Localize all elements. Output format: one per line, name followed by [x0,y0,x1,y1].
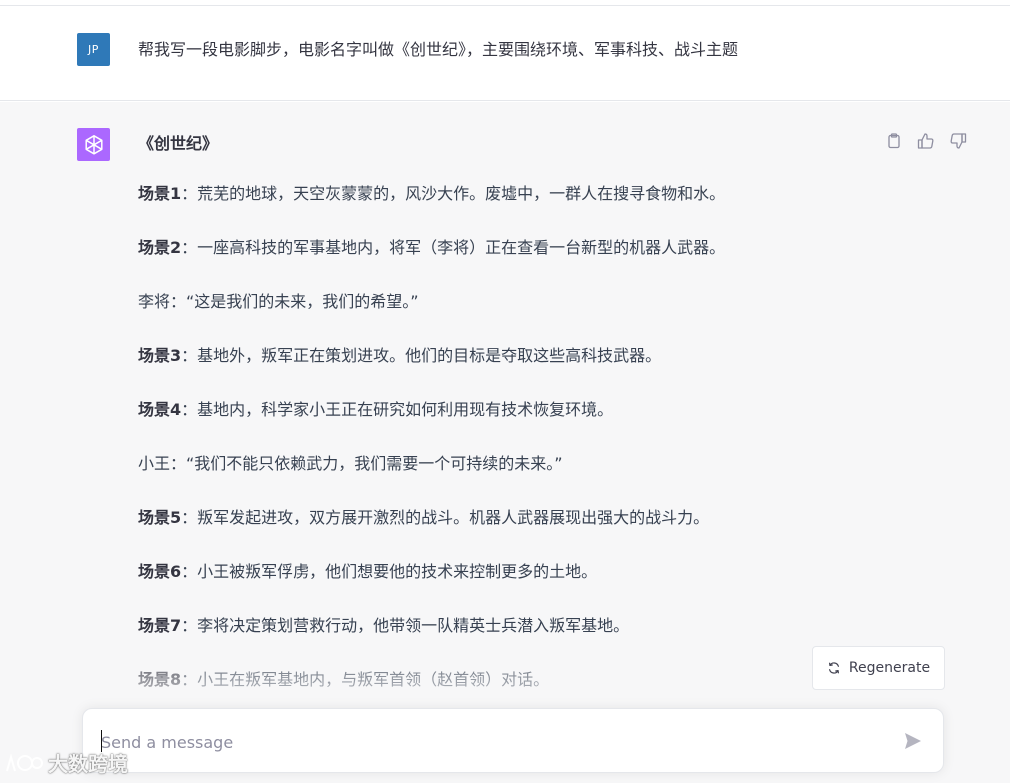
assistant-response: 《创世纪》 场景1：荒芜的地球，天空灰蒙蒙的，风沙大作。废墟中，一群人在搜寻食物… [138,133,958,723]
message-composer [82,708,944,773]
response-paragraph: 场景6：小王被叛军俘虏，他们想要他的技术来控制更多的土地。 [138,561,958,615]
response-title: 《创世纪》 [138,134,219,153]
scene-text: ：基地内，科学家小王正在研究如何利用现有技术恢复环境。 [181,400,614,419]
scene-text: 李将：“这是我们的未来，我们的希望。” [138,292,419,311]
scene-text: ：小王被叛军俘虏，他们想要他的技术来控制更多的土地。 [181,562,598,581]
watermark: 大数跨境 [4,748,128,777]
scene-text: ：基地外，叛军正在策划进攻。他们的目标是夺取这些高科技武器。 [181,346,662,365]
scene-label: 场景3 [138,346,182,365]
scene-label: 场景8 [138,670,182,689]
response-paragraph: 李将：“这是我们的未来，我们的希望。” [138,291,958,345]
scene-label: 场景2 [138,238,182,257]
response-paragraph: 场景5：叛军发起进攻，双方展开激烈的战斗。机器人武器展现出强大的战斗力。 [138,507,958,561]
scene-label: 场景7 [138,616,182,635]
scene-label: 场景5 [138,508,182,527]
scene-text: 小王：“我们不能只依赖武力，我们需要一个可持续的未来。” [138,454,563,473]
watermark-logo-icon [6,752,43,771]
user-message-row: JP 帮我写一段电影脚步，电影名字叫做《创世纪》，主要围绕环境、军事科技、战斗主… [0,6,1010,101]
chatgpt-logo-icon [77,128,110,161]
regenerate-button[interactable]: Regenerate [812,646,945,690]
scene-text: ：李将决定策划营救行动，他带领一队精英士兵潜入叛军基地。 [181,616,630,635]
response-paragraph: 场景2：一座高科技的军事基地内，将军（李将）正在查看一台新型的机器人武器。 [138,237,958,291]
response-paragraph: 场景4：基地内，科学家小王正在研究如何利用现有技术恢复环境。 [138,399,958,453]
response-paragraph: 场景1：荒芜的地球，天空灰蒙蒙的，风沙大作。废墟中，一群人在搜寻食物和水。 [138,183,958,237]
scene-label: 场景4 [138,400,182,419]
watermark-text: 大数跨境 [48,752,128,776]
response-paragraph: 场景3：基地外，叛军正在策划进攻。他们的目标是夺取这些高科技武器。 [138,345,958,399]
message-input[interactable] [101,730,881,754]
scene-text: ：荒芜的地球，天空灰蒙蒙的，风沙大作。废墟中，一群人在搜寻食物和水。 [181,184,726,203]
paper-plane-icon[interactable] [901,729,925,753]
scene-label: 场景1 [138,184,182,203]
response-paragraph: 小王：“我们不能只依赖武力，我们需要一个可持续的未来。” [138,453,958,507]
user-message-text: 帮我写一段电影脚步，电影名字叫做《创世纪》，主要围绕环境、军事科技、战斗主题 [138,40,739,59]
refresh-icon [828,662,839,674]
scene-text: ：小王在叛军基地内，与叛军首领（赵首领）对话。 [181,670,550,689]
scene-text: ：叛军发起进攻，双方展开激烈的战斗。机器人武器展现出强大的战斗力。 [181,508,710,527]
scene-label: 场景6 [138,562,182,581]
user-avatar: JP [77,33,110,66]
regenerate-label: Regenerate [848,660,931,676]
scene-text: ：一座高科技的军事基地内，将军（李将）正在查看一台新型的机器人武器。 [181,238,726,257]
